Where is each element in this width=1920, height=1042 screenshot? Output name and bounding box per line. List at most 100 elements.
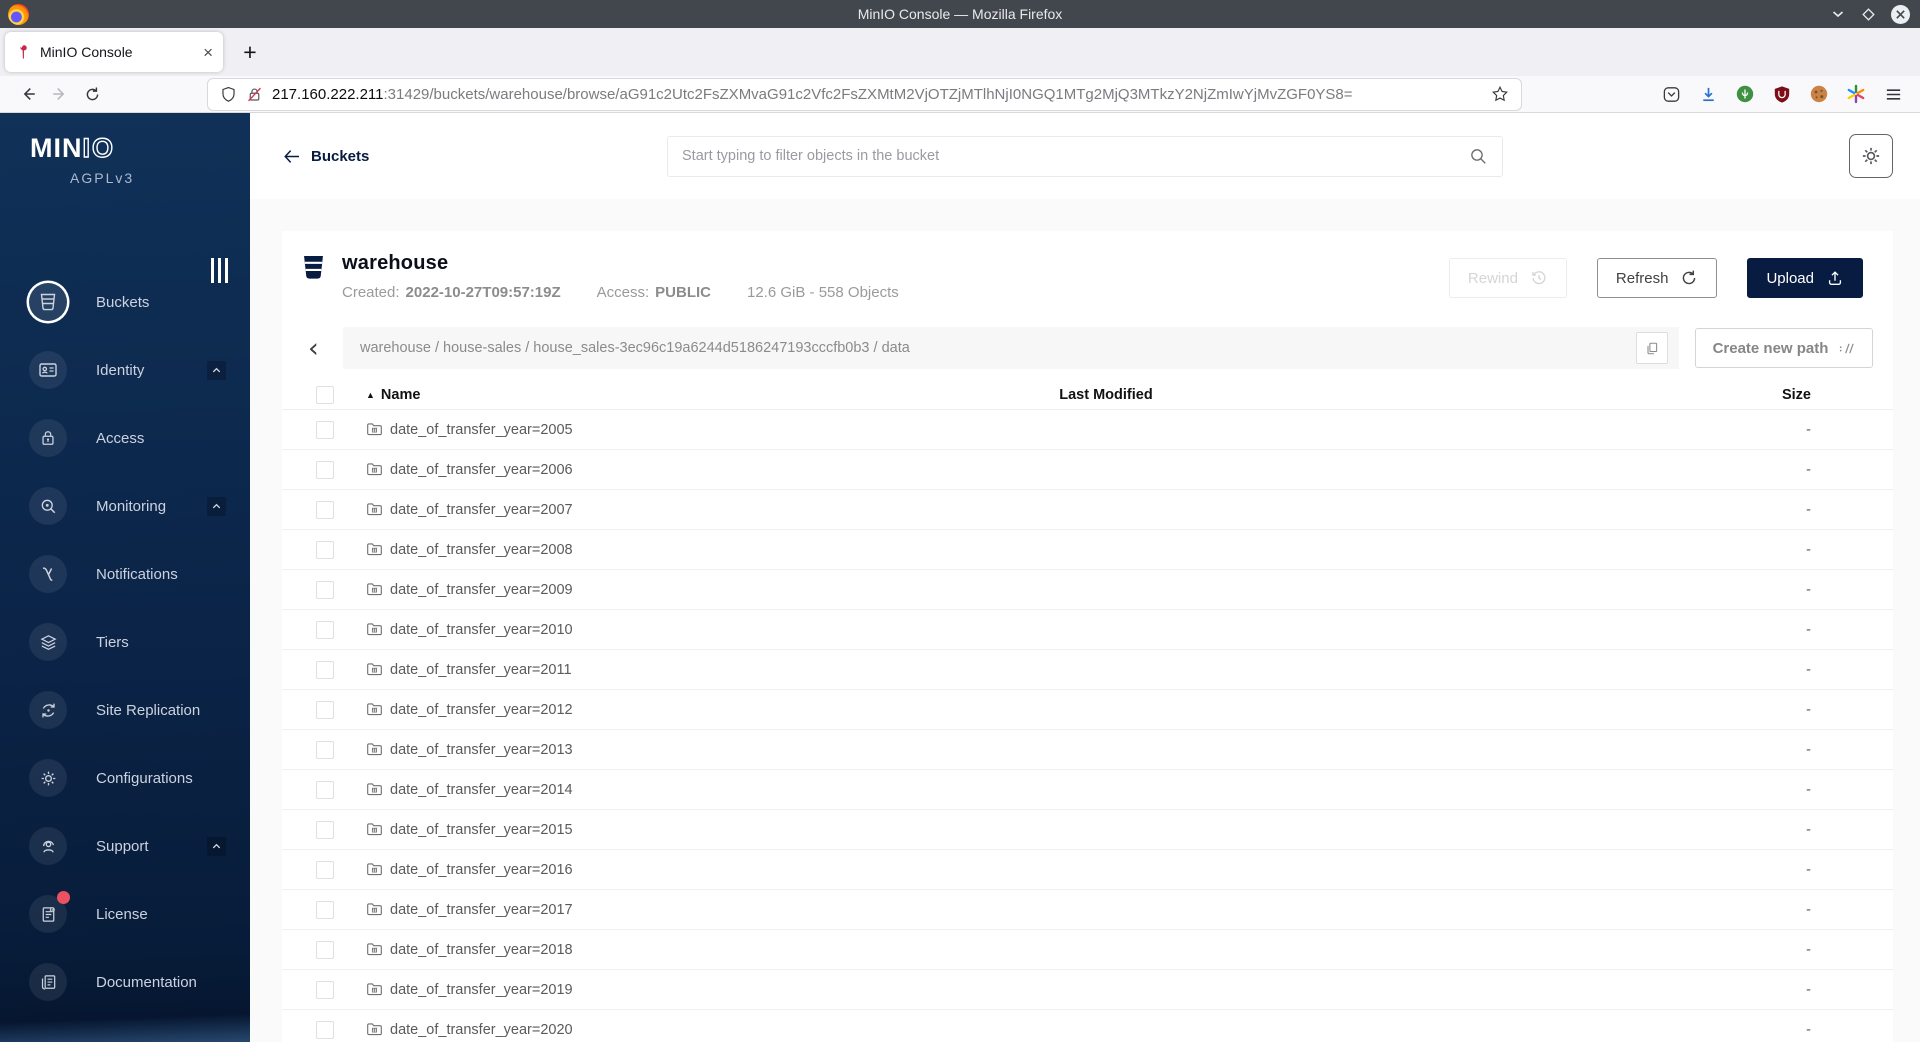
object-name[interactable]: date_of_transfer_year=2016 [390, 862, 573, 878]
close-tab-icon[interactable]: × [203, 44, 213, 61]
row-checkbox[interactable] [316, 500, 334, 519]
new-tab-button[interactable]: + [233, 35, 267, 69]
row-checkbox[interactable] [316, 660, 334, 679]
pocket-icon[interactable] [1660, 83, 1682, 105]
object-filter-search[interactable] [667, 135, 1503, 177]
sidebar-item-notifications[interactable]: Notifications [0, 540, 250, 608]
extension-green-icon[interactable] [1734, 83, 1756, 105]
object-name[interactable]: date_of_transfer_year=2007 [390, 502, 573, 518]
chevron-up-icon[interactable] [207, 360, 226, 380]
object-name[interactable]: date_of_transfer_year=2010 [390, 622, 573, 638]
row-checkbox[interactable] [316, 620, 334, 639]
table-row[interactable]: date_of_transfer_year=2018 - [282, 930, 1893, 970]
table-row[interactable]: date_of_transfer_year=2007 - [282, 490, 1893, 530]
breadcrumb[interactable]: warehouse / house-sales / house_sales-3e… [360, 340, 910, 356]
search-input[interactable] [682, 148, 1469, 164]
table-row[interactable]: date_of_transfer_year=2011 - [282, 650, 1893, 690]
row-checkbox[interactable] [316, 980, 334, 999]
chevron-up-icon[interactable] [207, 836, 226, 856]
table-row[interactable]: date_of_transfer_year=2010 - [282, 610, 1893, 650]
sort-asc-icon: ▲ [366, 390, 375, 400]
row-checkbox[interactable] [316, 540, 334, 559]
copy-path-button[interactable] [1636, 332, 1668, 364]
table-row[interactable]: date_of_transfer_year=2006 - [282, 450, 1893, 490]
sidebar-item-site-replication[interactable]: Site Replication [0, 676, 250, 744]
settings-button[interactable] [1849, 134, 1893, 178]
table-row[interactable]: date_of_transfer_year=2009 - [282, 570, 1893, 610]
bookmark-star-icon[interactable] [1491, 85, 1509, 103]
object-name[interactable]: date_of_transfer_year=2011 [390, 662, 572, 678]
object-name[interactable]: date_of_transfer_year=2009 [390, 582, 573, 598]
table-row[interactable]: date_of_transfer_year=2017 - [282, 890, 1893, 930]
object-name[interactable]: date_of_transfer_year=2013 [390, 742, 573, 758]
column-header-size[interactable]: Size [1306, 387, 1811, 403]
object-name[interactable]: date_of_transfer_year=2020 [390, 1022, 573, 1038]
row-checkbox[interactable] [316, 1020, 334, 1039]
colorful-extension-icon[interactable] [1845, 83, 1867, 105]
row-checkbox[interactable] [316, 420, 334, 439]
sidebar-item-support[interactable]: Support [0, 812, 250, 880]
maximize-icon[interactable] [1861, 7, 1876, 22]
sidebar-item-configurations[interactable]: Configurations [0, 744, 250, 812]
row-checkbox[interactable] [316, 700, 334, 719]
row-checkbox[interactable] [316, 740, 334, 759]
table-row[interactable]: date_of_transfer_year=2014 - [282, 770, 1893, 810]
ublock-origin-icon[interactable] [1771, 83, 1793, 105]
sidebar-item-access[interactable]: Access [0, 404, 250, 472]
reload-button[interactable] [76, 79, 108, 109]
row-checkbox[interactable] [316, 460, 334, 479]
object-name[interactable]: date_of_transfer_year=2005 [390, 422, 573, 438]
row-checkbox[interactable] [316, 940, 334, 959]
tab-minio-console[interactable]: MinIO Console × [5, 32, 223, 72]
sidebar-item-logout[interactable]: Logout [0, 1032, 250, 1042]
object-name[interactable]: date_of_transfer_year=2018 [390, 942, 573, 958]
path-back-chevron[interactable]: ‹ [308, 335, 334, 362]
create-new-path-button[interactable]: Create new path [1695, 328, 1873, 368]
object-name[interactable]: date_of_transfer_year=2008 [390, 542, 573, 558]
refresh-button[interactable]: Refresh [1596, 258, 1718, 298]
menu-hamburger-icon[interactable] [1882, 83, 1904, 105]
table-row[interactable]: date_of_transfer_year=2015 - [282, 810, 1893, 850]
shield-permissions-icon[interactable] [220, 86, 237, 103]
chevron-up-icon[interactable] [207, 496, 226, 516]
row-checkbox[interactable] [316, 900, 334, 919]
close-window-icon[interactable] [1891, 4, 1910, 24]
sidebar-item-tiers[interactable]: Tiers [0, 608, 250, 676]
forward-button[interactable] [44, 79, 76, 109]
table-row[interactable]: date_of_transfer_year=2005 - [282, 410, 1893, 450]
row-checkbox[interactable] [316, 820, 334, 839]
insecure-lock-icon[interactable] [246, 86, 263, 103]
object-name[interactable]: date_of_transfer_year=2017 [390, 902, 573, 918]
object-name[interactable]: date_of_transfer_year=2014 [390, 782, 573, 798]
url-bar[interactable]: 217.160.222.211:31429/buckets/warehouse/… [208, 78, 1521, 110]
column-header-name[interactable]: ▲ Name [366, 387, 906, 403]
row-checkbox[interactable] [316, 860, 334, 879]
upload-button[interactable]: Upload [1747, 258, 1863, 298]
object-name[interactable]: date_of_transfer_year=2019 [390, 982, 573, 998]
sidebar-item-monitoring[interactable]: Monitoring [0, 472, 250, 540]
rewind-button[interactable]: Rewind [1448, 258, 1567, 298]
object-name[interactable]: date_of_transfer_year=2006 [390, 462, 573, 478]
row-checkbox[interactable] [316, 780, 334, 799]
object-name[interactable]: date_of_transfer_year=2015 [390, 822, 573, 838]
sidebar-item-identity[interactable]: Identity [0, 336, 250, 404]
cookie-extension-icon[interactable] [1808, 83, 1830, 105]
select-all-checkbox[interactable] [316, 386, 334, 404]
sidebar-item-license[interactable]: License [0, 880, 250, 948]
url-text[interactable]: 217.160.222.211:31429/buckets/warehouse/… [272, 86, 1482, 103]
sidebar-item-buckets[interactable]: Buckets [0, 268, 250, 336]
row-checkbox[interactable] [316, 580, 334, 599]
table-row[interactable]: date_of_transfer_year=2019 - [282, 970, 1893, 1010]
table-row[interactable]: date_of_transfer_year=2012 - [282, 690, 1893, 730]
back-button[interactable] [12, 79, 44, 109]
table-row[interactable]: date_of_transfer_year=2016 - [282, 850, 1893, 890]
object-name[interactable]: date_of_transfer_year=2012 [390, 702, 573, 718]
table-row[interactable]: date_of_transfer_year=2020 - [282, 1010, 1893, 1042]
table-row[interactable]: date_of_transfer_year=2008 - [282, 530, 1893, 570]
sidebar-item-documentation[interactable]: Documentation [0, 948, 250, 1016]
column-header-last-modified[interactable]: Last Modified [906, 387, 1306, 403]
download-icon[interactable] [1697, 83, 1719, 105]
table-row[interactable]: date_of_transfer_year=2013 - [282, 730, 1893, 770]
back-to-buckets-link[interactable]: Buckets [283, 148, 369, 165]
minimize-icon[interactable] [1830, 6, 1846, 22]
